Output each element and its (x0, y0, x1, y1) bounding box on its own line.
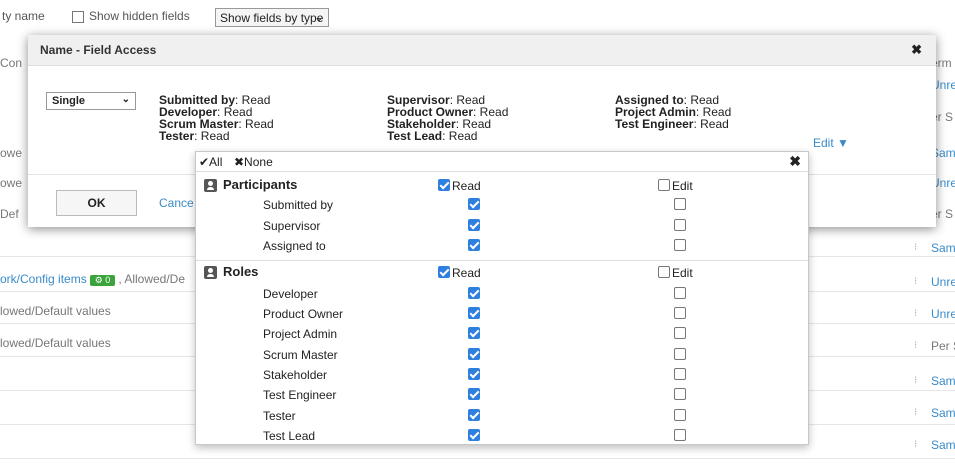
chevron-down-icon: ⌄ (121, 94, 130, 105)
participants-read-all-checkbox[interactable] (438, 179, 450, 191)
toolbar-label: ty name (2, 9, 45, 23)
read-checkbox[interactable] (468, 348, 480, 360)
show-hidden-checkbox[interactable] (72, 11, 84, 23)
participant-label: Assigned to (263, 239, 326, 253)
fields-select-value: Show fields by type (220, 11, 324, 25)
select-all-button[interactable]: ✔All (199, 155, 222, 169)
read-header: Read (452, 266, 481, 280)
drag-handle-icon[interactable]: ⁝ (914, 375, 917, 386)
edit-checkbox[interactable] (674, 348, 686, 360)
bg-left-fragment: owe (0, 176, 23, 190)
close-icon[interactable]: ✖ (789, 153, 801, 170)
read-checkbox[interactable] (468, 287, 480, 299)
gear-icon: ⚙ (94, 275, 103, 285)
role-card-icon (204, 266, 217, 279)
edit-checkbox[interactable] (674, 368, 686, 380)
group-title-roles: Roles (223, 264, 259, 279)
roles-read-all-checkbox[interactable] (438, 266, 450, 278)
read-checkbox[interactable] (468, 368, 480, 380)
read-checkbox[interactable] (468, 219, 480, 231)
field-toolbar: ty name Show hidden fields Show fields b… (0, 0, 955, 30)
group-title-participants: Participants (223, 177, 298, 192)
dialog-title: Name - Field Access (40, 43, 157, 57)
bg-left-fragment: Con (0, 56, 23, 70)
edit-header: Edit (672, 179, 693, 193)
permissions-popover: ✔All ✖None ✖ Participants Read Edit Subm… (195, 151, 809, 445)
permission-entry: Test Engineer: Read (615, 117, 729, 131)
fields-select[interactable]: Show fields by type ⌄ (215, 8, 329, 27)
permission-summary-column: Submitted by: Read Developer: Read Scrum… (159, 94, 274, 142)
read-checkbox[interactable] (468, 429, 480, 441)
bg-right-fragment[interactable]: Sam (931, 374, 955, 388)
edit-checkbox[interactable] (674, 409, 686, 421)
read-checkbox[interactable] (468, 198, 480, 210)
group-divider (196, 260, 808, 261)
participant-label: Submitted by (263, 198, 334, 212)
ok-button[interactable]: OK (56, 190, 137, 216)
role-label: Product Owner (263, 307, 344, 321)
edit-checkbox[interactable] (674, 219, 686, 231)
edit-header: Edit (672, 266, 693, 280)
person-icon (204, 179, 217, 192)
roles-edit-all-checkbox[interactable] (658, 266, 670, 278)
popover-header: ✔All ✖None ✖ (196, 152, 808, 172)
read-checkbox[interactable] (468, 307, 480, 319)
bg-left-fragment: Def (0, 207, 19, 221)
bg-row-config-items[interactable]: ork/Config items ⚙ 0, Allowed/De (0, 272, 185, 286)
bg-right-fragment[interactable]: Per S (931, 339, 955, 353)
edit-permissions-link[interactable]: Edit ▼ (813, 136, 849, 150)
read-header: Read (452, 179, 481, 193)
show-hidden-label: Show hidden fields (89, 9, 190, 23)
edit-checkbox[interactable] (674, 287, 686, 299)
access-mode-select[interactable]: Single ⌄ (46, 92, 136, 110)
bg-right-fragment[interactable]: Sam (931, 406, 955, 420)
drag-handle-icon[interactable]: ⁝ (914, 407, 917, 418)
role-label: Test Engineer (263, 388, 337, 402)
bg-right-fragment[interactable]: Unre (931, 275, 955, 289)
edit-checkbox[interactable] (674, 327, 686, 339)
drag-handle-icon[interactable]: ⁝ (914, 340, 917, 351)
bg-right-fragment[interactable]: Unre (931, 307, 955, 321)
edit-checkbox[interactable] (674, 429, 686, 441)
read-checkbox[interactable] (468, 409, 480, 421)
read-checkbox[interactable] (468, 239, 480, 251)
access-mode-value: Single (52, 95, 86, 107)
participant-label: Supervisor (263, 219, 321, 233)
role-label: Test Lead (263, 429, 316, 443)
bg-right-fragment[interactable]: Sam (931, 438, 955, 452)
edit-checkbox[interactable] (674, 239, 686, 251)
permission-summary-column: Supervisor: Read Product Owner: Read Sta… (387, 94, 508, 142)
dialog-header: Name - Field Access ✖ (28, 35, 936, 66)
role-label: Scrum Master (263, 348, 338, 362)
select-none-button[interactable]: ✖None (234, 155, 273, 169)
read-checkbox[interactable] (468, 388, 480, 400)
edit-checkbox[interactable] (674, 198, 686, 210)
drag-handle-icon[interactable]: ⁝ (914, 308, 917, 319)
drag-handle-icon[interactable]: ⁝ (914, 439, 917, 450)
edit-checkbox[interactable] (674, 307, 686, 319)
cancel-link[interactable]: Cance (159, 196, 194, 210)
bg-left-fragment: owe (0, 146, 23, 160)
participants-edit-all-checkbox[interactable] (658, 179, 670, 191)
bg-row-default-values[interactable]: lowed/Default values (0, 304, 111, 318)
permission-entry: Tester: Read (159, 129, 230, 143)
role-label: Stakeholder (263, 368, 328, 382)
permission-summary-column: Assigned to: Read Project Admin: Read Te… (615, 94, 731, 130)
bg-right-fragment[interactable]: Sam (931, 241, 955, 255)
drag-handle-icon[interactable]: ⁝ (914, 242, 917, 253)
edit-checkbox[interactable] (674, 388, 686, 400)
role-label: Tester (263, 409, 296, 423)
role-label: Developer (263, 287, 318, 301)
close-icon[interactable]: ✖ (911, 42, 922, 58)
chevron-down-icon: ⌄ (313, 10, 324, 24)
bg-row-default-values[interactable]: lowed/Default values (0, 336, 111, 350)
permission-entry: Test Lead: Read (387, 129, 478, 143)
role-label: Project Admin (263, 327, 338, 341)
drag-handle-icon[interactable]: ⁝ (914, 276, 917, 287)
read-checkbox[interactable] (468, 327, 480, 339)
config-badge: ⚙ 0 (89, 275, 116, 286)
